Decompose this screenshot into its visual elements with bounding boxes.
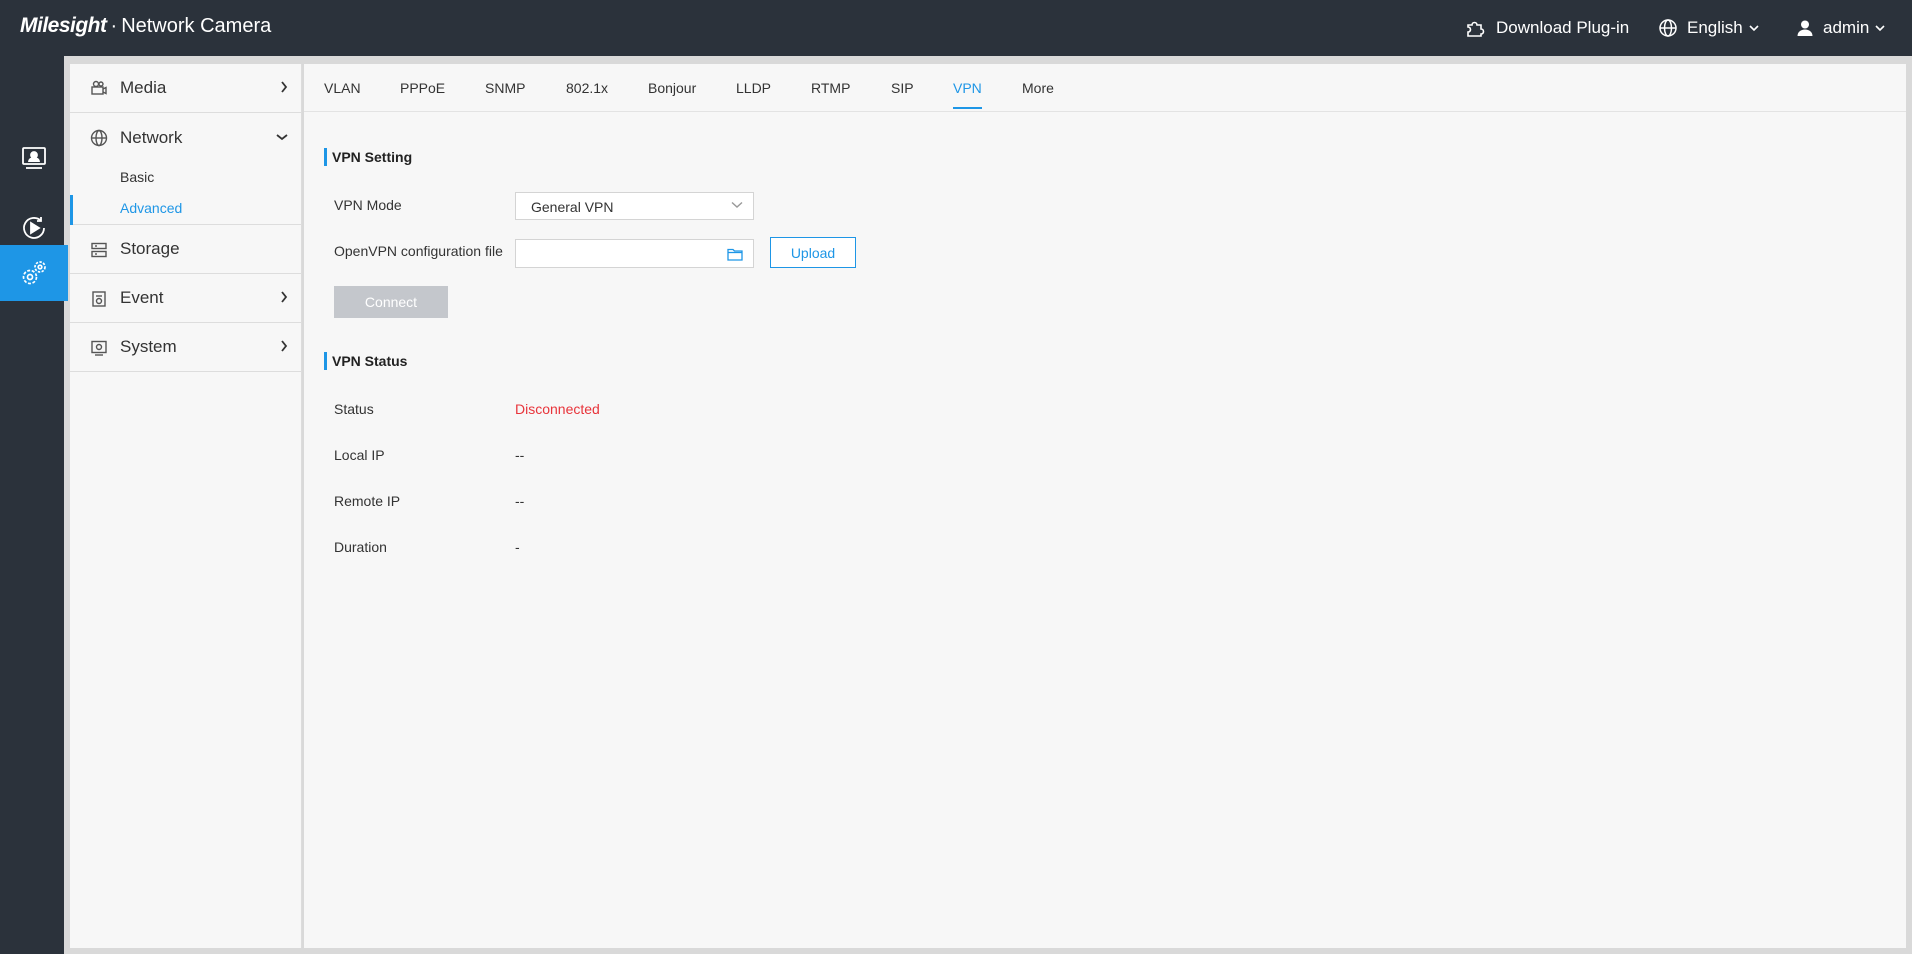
chevron-down-icon [731,201,743,208]
tab-pppoe[interactable]: PPPoE [400,80,445,112]
sidebar-subitem-basic[interactable]: Basic [70,162,302,192]
settings-button[interactable] [0,245,68,301]
top-bar: Milesight · Network Camera Download Plug… [0,0,1912,56]
tab-lldp[interactable]: LLDP [736,80,771,112]
openvpn-config-file-field[interactable] [515,239,754,268]
chevron-down-icon [1875,25,1885,32]
tab-rtmp[interactable]: RTMP [811,80,850,112]
sidebar-item-network[interactable]: Network [70,113,302,162]
language-dropdown[interactable]: English [1658,16,1759,40]
sidebar-item-system[interactable]: System [70,323,302,372]
duration-label: Duration [334,539,387,555]
tab-sip[interactable]: SIP [891,80,914,112]
brand-logo: Milesight [20,14,107,37]
local-ip-value: -- [515,447,525,463]
vpn-mode-label: VPN Mode [334,197,402,213]
left-rail [0,56,68,954]
sidebar-item-label: System [120,337,177,356]
vpn-mode-select[interactable]: General VPN [515,192,754,220]
openvpn-config-label: OpenVPN configuration file [334,243,503,259]
vpn-status-title: VPN Status [324,352,407,370]
upload-button[interactable]: Upload [770,237,856,268]
sidebar-item-storage[interactable]: Storage [70,225,302,274]
main-content: VLAN PPPoE SNMP 802.1x Bonjour LLDP RTMP… [304,64,1906,948]
camera-icon [91,80,107,95]
live-view-monitor-icon [22,147,46,169]
remote-ip-label: Remote IP [334,493,401,509]
tab-bonjour[interactable]: Bonjour [648,80,696,112]
settings-sidebar: Media Network Basic Advanced Storage Eve… [70,64,302,948]
vpn-mode-value: General VPN [531,199,614,215]
chevron-right-icon [281,291,288,303]
settings-gears-icon [22,261,46,285]
user-icon [1797,20,1813,36]
connect-button[interactable]: Connect [334,286,448,318]
sidebar-item-media[interactable]: Media [70,64,302,113]
brand-separator: · [110,15,118,37]
download-plugin-link[interactable]: Download Plug-in [1465,16,1629,40]
sidebar-subitem-label: Basic [120,169,155,185]
sidebar-item-label: Storage [120,239,180,258]
vpn-setting-title: VPN Setting [324,148,412,166]
tab-snmp[interactable]: SNMP [485,80,525,112]
sidebar-subitem-advanced[interactable]: Advanced [70,193,302,225]
local-ip-label: Local IP [334,447,385,463]
chevron-down-icon [1749,25,1759,32]
tab-more[interactable]: More [1022,80,1054,112]
sidebar-item-label: Media [120,78,167,97]
sidebar-subitem-label: Advanced [120,200,183,216]
event-icon [92,291,106,307]
sidebar-item-event[interactable]: Event [70,274,302,323]
chevron-right-icon [281,81,288,93]
language-label: English [1687,18,1743,37]
sidebar-item-label: Event [120,288,164,307]
folder-icon[interactable] [727,247,743,261]
storage-icon [91,242,107,258]
status-value: Disconnected [515,401,600,417]
globe-icon [1659,19,1677,37]
chevron-right-icon [281,340,288,352]
tab-8021x[interactable]: 802.1x [566,80,608,112]
tab-vlan[interactable]: VLAN [324,80,361,112]
user-menu[interactable]: admin [1796,16,1885,40]
brand: Milesight · Network Camera [20,14,271,42]
live-view-button[interactable] [0,130,68,186]
globe-icon [90,129,108,147]
system-icon [91,340,107,356]
remote-ip-value: -- [515,493,525,509]
status-label: Status [334,401,374,417]
playback-icon [23,217,45,239]
product-name: Network Camera [121,15,272,37]
tab-bar: VLAN PPPoE SNMP 802.1x Bonjour LLDP RTMP… [304,64,1906,112]
download-plugin-label: Download Plug-in [1496,18,1630,37]
tab-vpn[interactable]: VPN [953,80,982,112]
duration-value: - [515,539,520,555]
puzzle-icon [1467,21,1485,37]
chevron-down-icon [276,134,288,141]
user-label: admin [1823,18,1870,37]
sidebar-item-label: Network [120,127,183,147]
